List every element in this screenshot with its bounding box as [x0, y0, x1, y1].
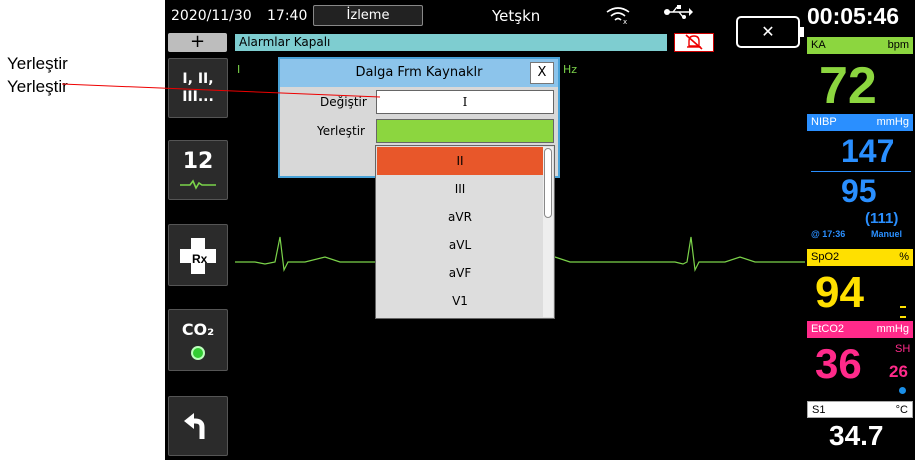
lead-marker: I [237, 63, 241, 76]
svg-text:Rx: Rx [192, 252, 208, 266]
dialog-close-button[interactable]: X [530, 62, 554, 84]
twelve-lead-label: 12 [182, 149, 214, 174]
place-field[interactable] [376, 119, 554, 143]
nibp-diastolic: 95 [841, 173, 877, 209]
medical-cross-rx-icon[interactable]: Rx [168, 224, 228, 286]
lead-option-ii[interactable]: II [377, 147, 543, 175]
battery-empty-icon: ✕ [736, 16, 804, 48]
spo2-unit: % [899, 251, 909, 263]
hr-unit: bpm [887, 39, 909, 51]
callout-annotation: Yerleştir Yerleştir [7, 52, 68, 98]
temp-header[interactable]: S1 °C [807, 401, 913, 418]
vitals-panel: KA bpm 72 NIBP mmHg 147 95 (111) @ 17:36 M… [805, 30, 915, 460]
lead-select-label: I, II, III... [182, 71, 214, 105]
dialog-title: Dalga Frm Kaynaklr [280, 59, 558, 87]
lead-option-avr[interactable]: aVR [377, 203, 543, 231]
alarm-muted-icon[interactable] [674, 33, 714, 52]
etco2-unit: mmHg [876, 323, 909, 335]
svg-text:x: x [623, 18, 627, 24]
spo2-header[interactable]: SpO2% [807, 249, 913, 266]
temp-value: 34.7 [829, 420, 884, 451]
hr-value: 72 [819, 57, 877, 115]
etco2-respiration: 26 [889, 362, 908, 381]
callout-line-1: Yerleştir [7, 54, 68, 73]
status-date: 2020/11/30 [171, 8, 252, 24]
callout-line-2: Yerleştir [7, 77, 68, 96]
temp-label: S1 [812, 404, 826, 416]
hr-label: KA [811, 39, 826, 51]
hz-fragment: Hz [563, 63, 578, 76]
twelve-lead-button[interactable]: 12 [168, 140, 228, 200]
nibp-unit: mmHg [876, 116, 909, 128]
nibp-divider [811, 171, 911, 172]
nibp-label: NIBP [811, 116, 837, 128]
add-button[interactable]: + [168, 33, 227, 52]
etco2-label: EtCO2 [811, 323, 845, 335]
lead-option-avl[interactable]: aVL [377, 231, 543, 259]
lead-option-avf[interactable]: aVF [377, 259, 543, 287]
nibp-systolic: 147 [841, 133, 895, 169]
place-label: Yerleştir [317, 124, 365, 138]
co2-status-dot [191, 346, 205, 360]
co2-label: CO₂ [181, 320, 215, 339]
ecg-wave-icon [180, 179, 216, 190]
lead-select-button[interactable]: I, II, III... [168, 58, 228, 118]
etco2-value: 36 [815, 340, 862, 387]
monitor-screen: 2020/11/30 17:40 İzleme Yetşkn x ✕ 00:05… [165, 0, 915, 460]
dropdown-scroll-thumb[interactable] [544, 148, 552, 218]
nibp-header[interactable]: NIBP mmHg [807, 114, 913, 131]
spo2-value: 94 [815, 268, 864, 317]
spo2-label: SpO2 [811, 251, 840, 263]
lead-option-iii[interactable]: III [377, 175, 543, 203]
usb-icon [663, 4, 693, 25]
nibp-map: (111) [865, 210, 899, 227]
wifi-icon: x [605, 6, 631, 28]
etco2-status-dot [899, 387, 906, 394]
alarm-message-bar: Alarmlar Kapalı [235, 34, 667, 51]
replace-label: Değiştir [320, 95, 367, 109]
status-bar: 2020/11/30 17:40 İzleme Yetşkn x [165, 0, 805, 30]
lead-option-v1[interactable]: V1 [377, 287, 543, 315]
patient-type[interactable]: Yetşkn [492, 7, 540, 25]
nibp-mode: Manuel [871, 229, 903, 239]
elapsed-timer: 00:05:46 [807, 3, 900, 29]
status-time: 17:40 [267, 8, 308, 24]
mode-indicator[interactable]: İzleme [313, 5, 423, 26]
signal-strength-icon [900, 306, 906, 318]
nibp-time: @ 17:36 [811, 229, 846, 239]
etco2-header[interactable]: EtCO2 mmHg [807, 321, 913, 338]
etco2-sh-label: SH [895, 343, 911, 355]
replace-field[interactable]: I [376, 90, 554, 114]
co2-button[interactable]: CO₂ [168, 309, 228, 371]
hr-header[interactable]: KA bpm [807, 37, 913, 54]
temp-unit: °C [895, 404, 908, 416]
lead-option-list: II III aVR aVL aVF V1 [375, 145, 555, 319]
back-arrow-icon[interactable] [168, 396, 228, 456]
